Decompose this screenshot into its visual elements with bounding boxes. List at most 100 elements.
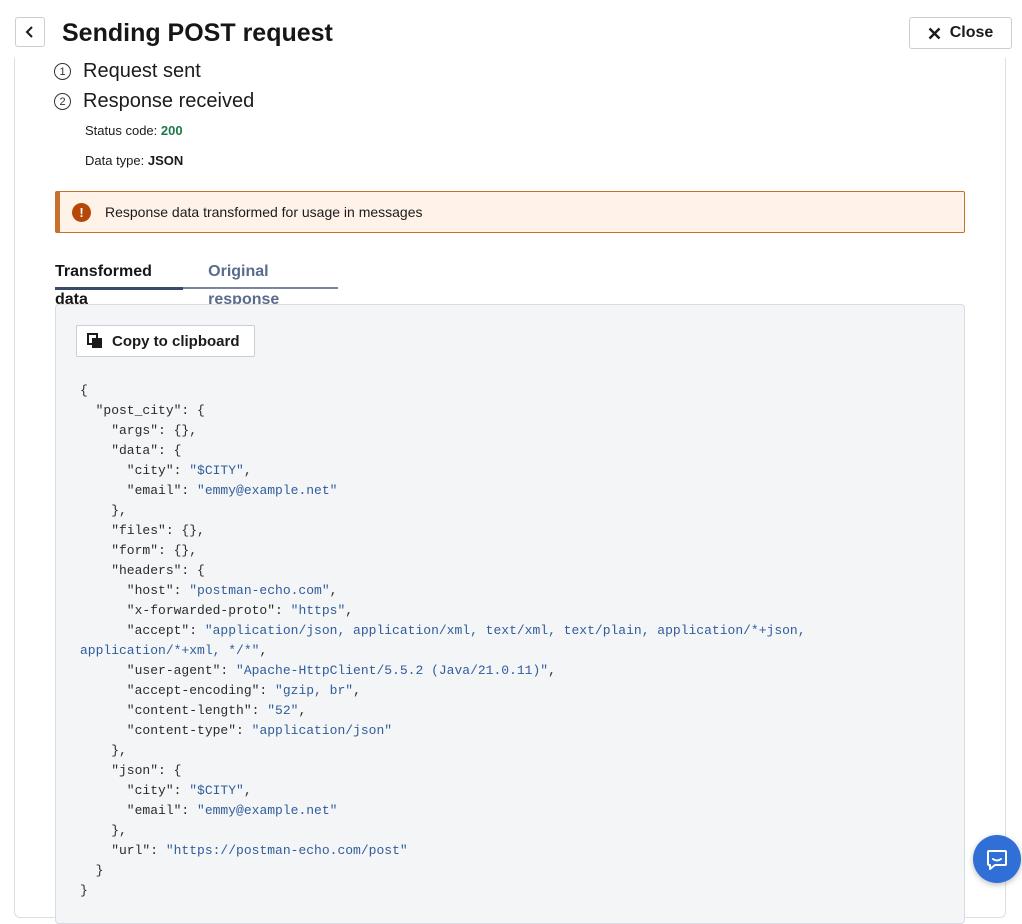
code-line: } xyxy=(80,881,806,901)
code-token: , xyxy=(243,783,252,798)
code-token: } xyxy=(80,883,88,898)
code-token: "x-forwarded-proto": xyxy=(80,603,291,618)
code-line: } xyxy=(80,861,806,881)
code-token: "data": { xyxy=(80,443,182,458)
code-string: "https" xyxy=(290,603,346,618)
code-token: , xyxy=(243,463,252,478)
code-line: "post_city": { xyxy=(80,401,806,421)
step-label: Response received xyxy=(83,90,255,112)
code-token: "post_city": { xyxy=(80,403,205,418)
json-code-block: { "post_city": { "args": {}, "data": { "… xyxy=(80,381,806,901)
code-token: "json": { xyxy=(80,763,182,778)
status-code-value: 200 xyxy=(160,123,183,138)
code-token: "user-agent": xyxy=(80,663,237,678)
code-token: "accept": xyxy=(80,623,205,638)
code-line: "url": "https://postman-echo.com/post" xyxy=(80,841,806,861)
code-string: "52" xyxy=(267,703,299,718)
code-line: "form": {}, xyxy=(80,541,806,561)
code-line: "args": {}, xyxy=(80,421,806,441)
code-string: "$CITY" xyxy=(189,783,244,798)
code-string: "gzip, br" xyxy=(275,683,354,698)
code-line: "email": "emmy@example.net" xyxy=(80,801,806,821)
code-line: }, xyxy=(80,741,806,761)
close-label: Close xyxy=(949,24,994,41)
code-string: "application/json" xyxy=(251,723,393,738)
code-token: }, xyxy=(80,823,127,838)
code-token: "content-type": xyxy=(80,723,252,738)
code-token: "host": xyxy=(80,583,190,598)
code-token: "args": {}, xyxy=(80,423,198,438)
code-line: "accept-encoding": "gzip, br", xyxy=(80,681,806,701)
code-line: "x-forwarded-proto": "https", xyxy=(80,601,806,621)
copy-to-clipboard-button[interactable]: Copy to clipboard xyxy=(76,325,255,357)
code-line: { xyxy=(80,381,806,401)
code-token: "email": xyxy=(80,483,198,498)
code-line: "host": "postman-echo.com", xyxy=(80,581,806,601)
step-request-sent: 1 Request sent xyxy=(54,60,201,83)
code-line: "accept": "application/json, application… xyxy=(80,621,806,641)
code-token: , xyxy=(548,663,556,678)
code-token: "files": {}, xyxy=(80,523,205,538)
code-token: "url": xyxy=(80,843,166,858)
code-token: , xyxy=(259,643,268,658)
code-line: "city": "$CITY", xyxy=(80,781,806,801)
chat-support-button[interactable] xyxy=(973,835,1021,883)
code-token: , xyxy=(298,703,307,718)
code-token: }, xyxy=(80,743,127,758)
response-tabs: Transformed data Original response xyxy=(55,258,338,308)
code-token: , xyxy=(345,603,354,618)
code-line: }, xyxy=(80,821,806,841)
code-token: "email": xyxy=(80,803,198,818)
step-label: Request sent xyxy=(83,60,201,82)
data-type-value: JSON xyxy=(147,153,184,168)
code-token: { xyxy=(80,383,88,398)
data-type: Data type: JSON xyxy=(85,153,183,168)
close-icon xyxy=(928,27,941,39)
code-line: }, xyxy=(80,501,806,521)
copy-label: Copy to clipboard xyxy=(112,332,240,350)
code-line: "json": { xyxy=(80,761,806,781)
back-button[interactable] xyxy=(15,17,45,47)
code-token: , xyxy=(353,683,361,698)
code-line: "content-length": "52", xyxy=(80,701,806,721)
copy-icon xyxy=(87,333,102,348)
code-token: "accept-encoding": xyxy=(80,683,276,698)
code-line: "headers": { xyxy=(80,561,806,581)
step-number: 2 xyxy=(54,93,71,110)
code-line: application/*+xml, */*", xyxy=(80,641,806,661)
code-string: "emmy@example.net" xyxy=(197,803,338,818)
code-line: "content-type": "application/json" xyxy=(80,721,806,741)
code-line: "email": "emmy@example.net" xyxy=(80,481,806,501)
code-string: "$CITY" xyxy=(189,463,244,478)
code-token: "city": xyxy=(80,463,190,478)
code-token: "city": xyxy=(80,783,190,798)
warning-icon: ! xyxy=(72,202,91,222)
chat-icon xyxy=(987,850,1007,870)
code-line: "user-agent": "Apache-HttpClient/5.5.2 (… xyxy=(80,661,806,681)
code-token: "headers": { xyxy=(80,563,205,578)
code-line: "city": "$CITY", xyxy=(80,461,806,481)
data-type-label: Data type: xyxy=(85,153,145,168)
code-token: , xyxy=(329,583,338,598)
status-code: Status code: 200 xyxy=(85,123,183,138)
code-token: "content-length": xyxy=(80,703,268,718)
code-token: } xyxy=(80,863,104,878)
code-string: "emmy@example.net" xyxy=(197,483,338,498)
close-button[interactable]: Close xyxy=(909,17,1012,49)
tab-transformed-data[interactable]: Transformed data xyxy=(55,258,184,308)
step-number: 1 xyxy=(54,63,71,80)
transform-alert: ! Response data transformed for usage in… xyxy=(55,191,965,233)
status-code-label: Status code: xyxy=(85,123,158,138)
chevron-left-icon xyxy=(25,26,33,38)
code-viewer: Copy to clipboard { "post_city": { "args… xyxy=(55,304,965,924)
code-line: "files": {}, xyxy=(80,521,806,541)
code-string: "application/json, application/xml, text… xyxy=(204,623,806,638)
code-line: "data": { xyxy=(80,441,806,461)
step-response-received: 2 Response received xyxy=(54,90,254,113)
tab-original-response[interactable]: Original response xyxy=(208,258,338,308)
code-string: application/*+xml, */*" xyxy=(80,643,260,658)
code-token: "form": {}, xyxy=(80,543,198,558)
alert-text: Response data transformed for usage in m… xyxy=(105,204,423,220)
code-token: }, xyxy=(80,503,127,518)
code-string: "https://postman-echo.com/post" xyxy=(165,843,408,858)
